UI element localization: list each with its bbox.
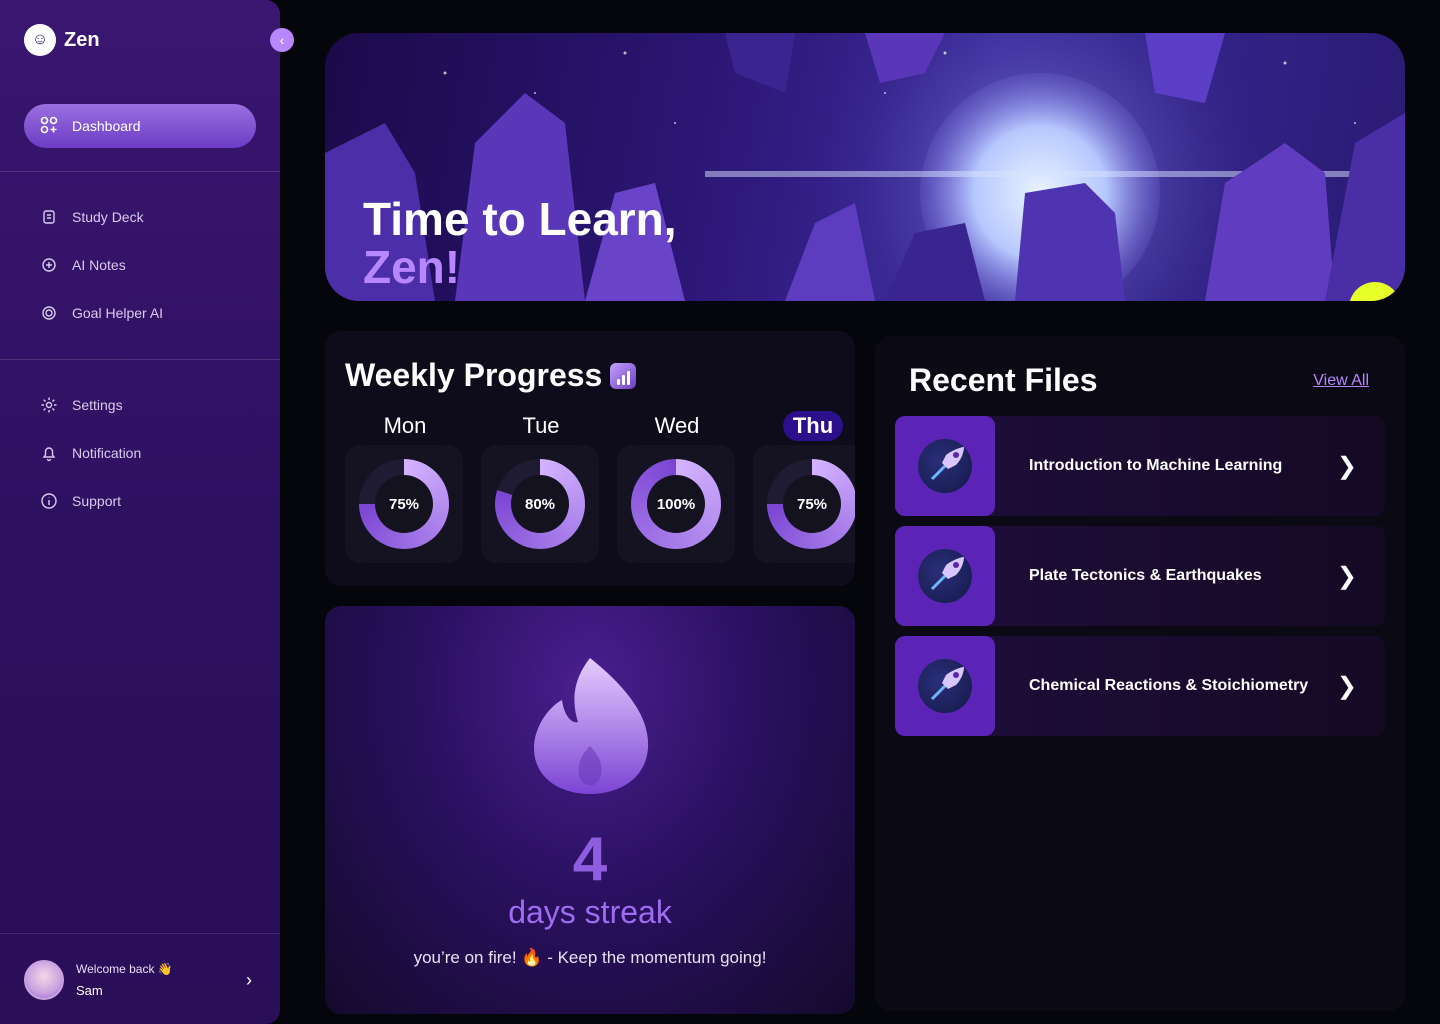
progress-ring-box: 75% xyxy=(753,445,855,563)
day-label: Tue xyxy=(522,413,560,438)
hero-title-name: Zen! xyxy=(363,241,461,293)
file-thumbnail xyxy=(895,526,995,626)
divider xyxy=(0,171,280,172)
progress-percent: 75% xyxy=(375,475,433,533)
progress-ring: 80% xyxy=(495,459,585,549)
day-label: Wed xyxy=(654,413,700,438)
file-row[interactable]: Introduction to Machine Learning ❯ xyxy=(895,416,1385,516)
sidebar-item-dashboard[interactable]: Dashboard xyxy=(24,104,256,148)
day-progress-mon[interactable]: Mon 75% xyxy=(345,411,465,563)
notes-icon xyxy=(40,256,58,274)
progress-ring: 75% xyxy=(767,459,855,549)
grid-icon xyxy=(40,116,58,137)
flame-icon xyxy=(534,658,649,794)
recent-files-card: Recent Files View All Introduction to Ma… xyxy=(875,336,1405,1011)
hero-title: Time to Learn, Zen! xyxy=(363,195,677,291)
progress-percent: 80% xyxy=(511,475,569,533)
brand[interactable]: ☺ Zen xyxy=(24,24,100,56)
weekly-progress-title-text: Weekly Progress xyxy=(345,357,603,393)
progress-ring: 100% xyxy=(631,459,721,549)
weekly-progress-title: Weekly Progress xyxy=(345,357,637,394)
sidebar-item-study-deck[interactable]: Study Deck xyxy=(40,208,144,226)
avatar xyxy=(24,960,64,1000)
day-progress-tue[interactable]: Tue 80% xyxy=(481,411,601,563)
streak-card: 4 days streak you’re on fire! 🔥 - Keep t… xyxy=(325,606,855,1014)
sidebar-item-notification[interactable]: Notification xyxy=(40,444,141,462)
rocket-icon xyxy=(918,439,972,493)
file-thumbnail xyxy=(895,636,995,736)
sidebar-item-label: Notification xyxy=(72,445,142,461)
deck-icon xyxy=(40,208,58,226)
weekly-progress-card: Weekly Progress Mon 75% Tue 80% Wed 100% Thu 75… xyxy=(325,331,855,586)
sidebar-item-label: Study Deck xyxy=(72,209,144,225)
sidebar-item-ai-notes[interactable]: AI Notes xyxy=(40,256,126,274)
divider xyxy=(0,933,280,934)
hero-banner: Time to Learn, Zen! xyxy=(325,33,1405,301)
file-thumbnail xyxy=(895,416,995,516)
progress-ring: 75% xyxy=(359,459,449,549)
info-icon xyxy=(40,492,58,510)
progress-ring-box: 75% xyxy=(345,445,463,563)
streak-message: you’re on fire! 🔥 - Keep the momentum go… xyxy=(413,948,767,967)
rocket-icon xyxy=(918,549,972,603)
day-progress-wed[interactable]: Wed 100% xyxy=(617,411,737,563)
sidebar-item-label: Settings xyxy=(72,397,123,413)
sidebar-item-support[interactable]: Support xyxy=(40,492,121,510)
file-name: Chemical Reactions & Stoichiometry xyxy=(1029,677,1309,694)
sidebar-item-label: AI Notes xyxy=(72,257,126,273)
target-icon xyxy=(40,304,58,322)
user-name: Sam xyxy=(76,983,103,998)
day-label: Mon xyxy=(383,413,427,438)
progress-ring-box: 100% xyxy=(617,445,735,563)
file-name: Plate Tectonics & Earthquakes xyxy=(1029,567,1262,584)
progress-ring-box: 80% xyxy=(481,445,599,563)
rocket-icon xyxy=(918,659,972,713)
chart-icon xyxy=(610,362,637,389)
user-profile[interactable]: Welcome back 👋 Sam › xyxy=(24,958,256,1002)
sidebar-item-settings[interactable]: Settings xyxy=(40,396,123,414)
streak-count: 4 xyxy=(572,825,608,894)
recent-files-title: Recent Files xyxy=(909,362,1098,398)
view-all-link[interactable]: View All xyxy=(1313,372,1369,390)
file-name: Introduction to Machine Learning xyxy=(1029,457,1283,474)
chevron-left-icon: ‹ xyxy=(279,32,285,48)
brand-name: Zen xyxy=(64,28,100,51)
sidebar-item-label: Support xyxy=(72,493,122,509)
chevron-right-icon[interactable]: ❯ xyxy=(1337,562,1357,591)
chevron-right-icon[interactable]: ❯ xyxy=(1337,452,1357,481)
sidebar-item-goal-helper[interactable]: Goal Helper AI xyxy=(40,304,163,322)
file-row[interactable]: Plate Tectonics & Earthquakes ❯ xyxy=(895,526,1385,626)
gear-icon xyxy=(40,396,58,414)
divider xyxy=(0,359,280,360)
bell-icon xyxy=(40,444,58,462)
collapse-sidebar-button[interactable]: ‹ xyxy=(270,28,294,52)
hero-title-line1: Time to Learn, xyxy=(363,193,677,245)
progress-percent: 75% xyxy=(783,475,841,533)
day-progress-thu[interactable]: Thu 75% xyxy=(753,411,855,563)
streak-label: days streak xyxy=(508,894,672,930)
progress-percent: 100% xyxy=(647,475,705,533)
chevron-right-icon: › xyxy=(246,970,252,990)
chevron-right-icon[interactable]: ❯ xyxy=(1337,672,1357,701)
day-label: Thu xyxy=(782,411,844,441)
file-row[interactable]: Chemical Reactions & Stoichiometry ❯ xyxy=(895,636,1385,736)
sidebar-item-label: Dashboard xyxy=(72,118,141,134)
sidebar: ☺ Zen Dashboard Study Deck AI Notes Goal… xyxy=(0,0,280,1024)
zen-logo-icon: ☺ xyxy=(24,24,56,56)
sidebar-item-label: Goal Helper AI xyxy=(72,305,164,321)
welcome-text: Welcome back 👋 xyxy=(76,962,173,976)
